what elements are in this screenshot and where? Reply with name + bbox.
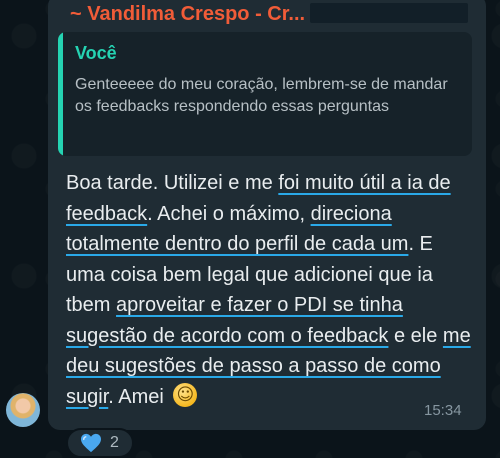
message-text-segment: . Achei o máximo, <box>147 202 311 225</box>
message-text-segment: Boa tarde. Utilizei e me <box>66 172 279 194</box>
message-text: Boa tarde. Utilizei e me foi muito útil … <box>66 168 476 412</box>
reaction-badge[interactable]: 2 <box>66 428 134 458</box>
message-timestamp: 15:34 <box>424 402 462 419</box>
quoted-text: Genteeeee do meu coração, lembrem-se de … <box>75 76 448 115</box>
message-text-segment: e ele <box>388 324 443 347</box>
quote-accent-bar <box>58 32 63 156</box>
reaction-count: 2 <box>110 434 119 451</box>
message-text-segment: . Amei <box>108 385 170 408</box>
smiling-face-emoji: ☺ <box>173 382 198 407</box>
highlighted-text: aproveitar e fazer o PDI se tinha sugest… <box>66 294 403 347</box>
blue-heart-icon <box>81 433 101 453</box>
redacted-phone-number <box>310 3 468 23</box>
sender-name[interactable]: ~ Vandilma Crespo - Cr... <box>70 3 305 26</box>
sender-row: ~ Vandilma Crespo - Cr... <box>70 2 305 26</box>
quoted-author: Você <box>75 43 117 63</box>
quoted-message[interactable]: Você Genteeeee do meu coração, lembrem-s… <box>58 32 472 156</box>
emoji-face: ☺ <box>176 384 195 405</box>
avatar[interactable] <box>6 393 40 427</box>
